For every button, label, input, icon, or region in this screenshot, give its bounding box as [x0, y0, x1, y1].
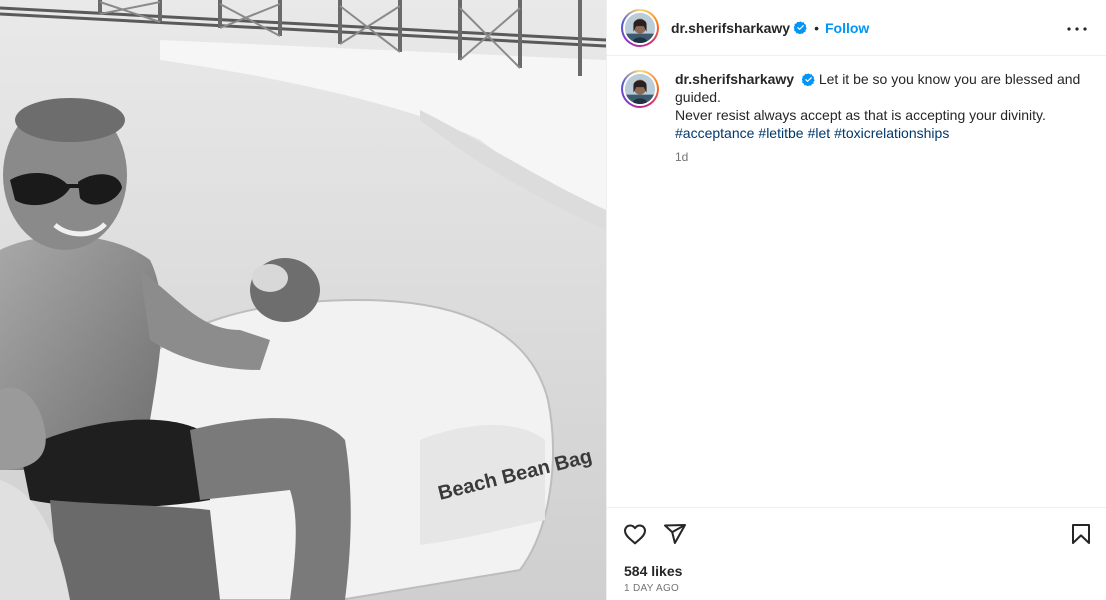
hashtag-link[interactable]: #acceptance	[675, 125, 754, 141]
more-options-icon[interactable]	[1065, 17, 1089, 41]
beach-photo-illustration: Beach Bean Bag	[0, 0, 606, 600]
follow-button[interactable]: Follow	[825, 20, 869, 36]
post-photo[interactable]: Beach Bean Bag	[0, 0, 606, 600]
caption-line-2: Never resist always accept as that is ac…	[675, 107, 1046, 123]
post-side-panel: dr.sherifsharkawy • Follow dr.sherifshar…	[606, 0, 1106, 600]
avatar-picture	[625, 74, 655, 104]
likes-count[interactable]: 584 likes	[624, 563, 682, 579]
share-icon[interactable]	[661, 520, 689, 548]
hashtag-link[interactable]: #let	[808, 125, 831, 141]
verified-badge-icon	[794, 21, 807, 34]
header-separator: •	[814, 19, 819, 36]
avatar-picture	[625, 12, 655, 43]
header-username[interactable]: dr.sherifsharkawy	[671, 20, 790, 36]
hashtag-link[interactable]: #letitbe	[758, 125, 803, 141]
bookmark-icon[interactable]	[1067, 520, 1095, 548]
hashtag-link[interactable]: #toxicrelationships	[834, 125, 949, 141]
caption-timestamp[interactable]: 1d	[675, 148, 1091, 166]
post-date[interactable]: 1 DAY AGO	[624, 583, 679, 594]
avatar[interactable]	[621, 8, 659, 47]
hashtags: #acceptance #letitbe #let #toxicrelationshi…	[675, 124, 1091, 142]
post-header: dr.sherifsharkawy • Follow	[607, 0, 1106, 56]
heart-icon[interactable]	[621, 520, 649, 548]
verified-badge-icon	[801, 73, 815, 86]
caption-avatar[interactable]	[621, 70, 659, 108]
action-bar: 584 likes 1 DAY AGO	[607, 507, 1106, 600]
caption-username[interactable]: dr.sherifsharkawy	[675, 71, 794, 87]
caption: dr.sherifsharkawy Let it be so you know …	[621, 70, 1091, 166]
caption-body: dr.sherifsharkawy Let it be so you know …	[675, 70, 1091, 166]
